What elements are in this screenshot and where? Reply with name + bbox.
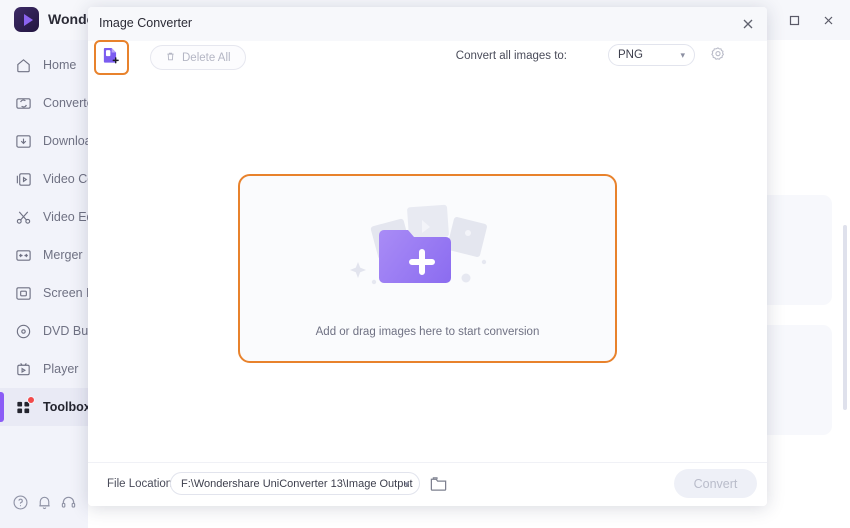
sidebar-item-video-editor[interactable]: Video Editor — [0, 198, 111, 236]
video-compress-icon — [14, 170, 32, 188]
app-logo-icon — [14, 7, 39, 32]
app-root: Wondershare UniConverter — [0, 0, 850, 528]
converter-icon — [14, 94, 32, 112]
player-icon — [14, 360, 32, 378]
window-close-icon[interactable] — [812, 6, 844, 34]
help-icon[interactable] — [12, 494, 29, 516]
output-format-value: PNG — [618, 49, 643, 61]
trash-icon — [165, 51, 176, 65]
dialog-body: Add or drag images here to start convers… — [88, 81, 767, 463]
dvd-icon — [14, 322, 32, 340]
screen-record-icon — [14, 284, 32, 302]
file-location-value: F:\Wondershare UniConverter 13\Image Out… — [181, 477, 413, 490]
sidebar: Home Converter Downloader Video Compress… — [0, 40, 146, 528]
scissors-icon — [14, 208, 32, 226]
sidebar-item-label: Player — [43, 362, 79, 376]
dialog-header: Image Converter — [88, 7, 767, 42]
delete-all-button[interactable]: Delete All — [150, 45, 246, 70]
convert-all-label: Convert all images to: — [455, 50, 567, 62]
sidebar-item-label: Toolbox — [43, 400, 91, 414]
dropzone-illustration — [338, 200, 518, 300]
file-location-select[interactable]: F:\Wondershare UniConverter 13\Image Out… — [170, 472, 420, 495]
sidebar-item-dvd-burner[interactable]: DVD Burner — [0, 312, 110, 350]
folder-icon[interactable] — [429, 474, 448, 493]
sidebar-item-downloader[interactable]: Downloader — [0, 122, 110, 160]
support-icon[interactable] — [60, 494, 77, 516]
add-image-file-icon — [101, 45, 122, 71]
sidebar-item-player[interactable]: Player — [0, 350, 88, 388]
chevron-down-icon: ▾ — [404, 479, 409, 489]
add-files-button[interactable] — [94, 40, 129, 75]
maximize-icon[interactable] — [778, 6, 810, 34]
convert-button[interactable]: Convert — [674, 469, 757, 498]
sidebar-item-video-compressor[interactable]: Video Compressor — [0, 160, 146, 198]
content-scrollbar[interactable] — [843, 225, 847, 410]
format-settings-icon[interactable] — [709, 45, 729, 65]
delete-all-label: Delete All — [182, 51, 231, 64]
output-format-select[interactable]: PNG ▾ — [608, 44, 695, 66]
dialog-title: Image Converter — [99, 16, 193, 30]
chevron-down-icon: ▾ — [680, 50, 685, 60]
dialog-close-icon[interactable] — [735, 11, 761, 37]
file-location-label: File Location: — [107, 478, 176, 490]
image-dropzone[interactable]: Add or drag images here to start convers… — [238, 174, 617, 363]
image-converter-dialog: Image Converter Delete All Convert all i… — [88, 7, 767, 506]
sidebar-bottom-actions — [0, 482, 88, 528]
convert-button-label: Convert — [693, 476, 738, 491]
sidebar-item-merger[interactable]: Merger — [0, 236, 88, 274]
dialog-toolbar: Delete All Convert all images to: PNG ▾ — [88, 40, 767, 81]
dialog-footer: File Location: F:\Wondershare UniConvert… — [88, 462, 767, 506]
download-icon — [14, 132, 32, 150]
sidebar-item-screen-recorder[interactable]: Screen Recorder — [0, 274, 138, 312]
sidebar-item-converter[interactable]: Converter — [0, 84, 98, 122]
sidebar-item-toolbox[interactable]: Toolbox — [0, 388, 91, 426]
bell-icon[interactable] — [36, 494, 53, 516]
toolbox-badge — [27, 396, 35, 404]
dropzone-hint-text: Add or drag images here to start convers… — [315, 325, 540, 338]
home-icon — [14, 56, 32, 74]
sidebar-item-label: Merger — [43, 248, 83, 262]
merger-icon — [14, 246, 32, 264]
sidebar-item-home[interactable]: Home — [0, 46, 88, 84]
sidebar-item-label: Home — [43, 58, 77, 72]
